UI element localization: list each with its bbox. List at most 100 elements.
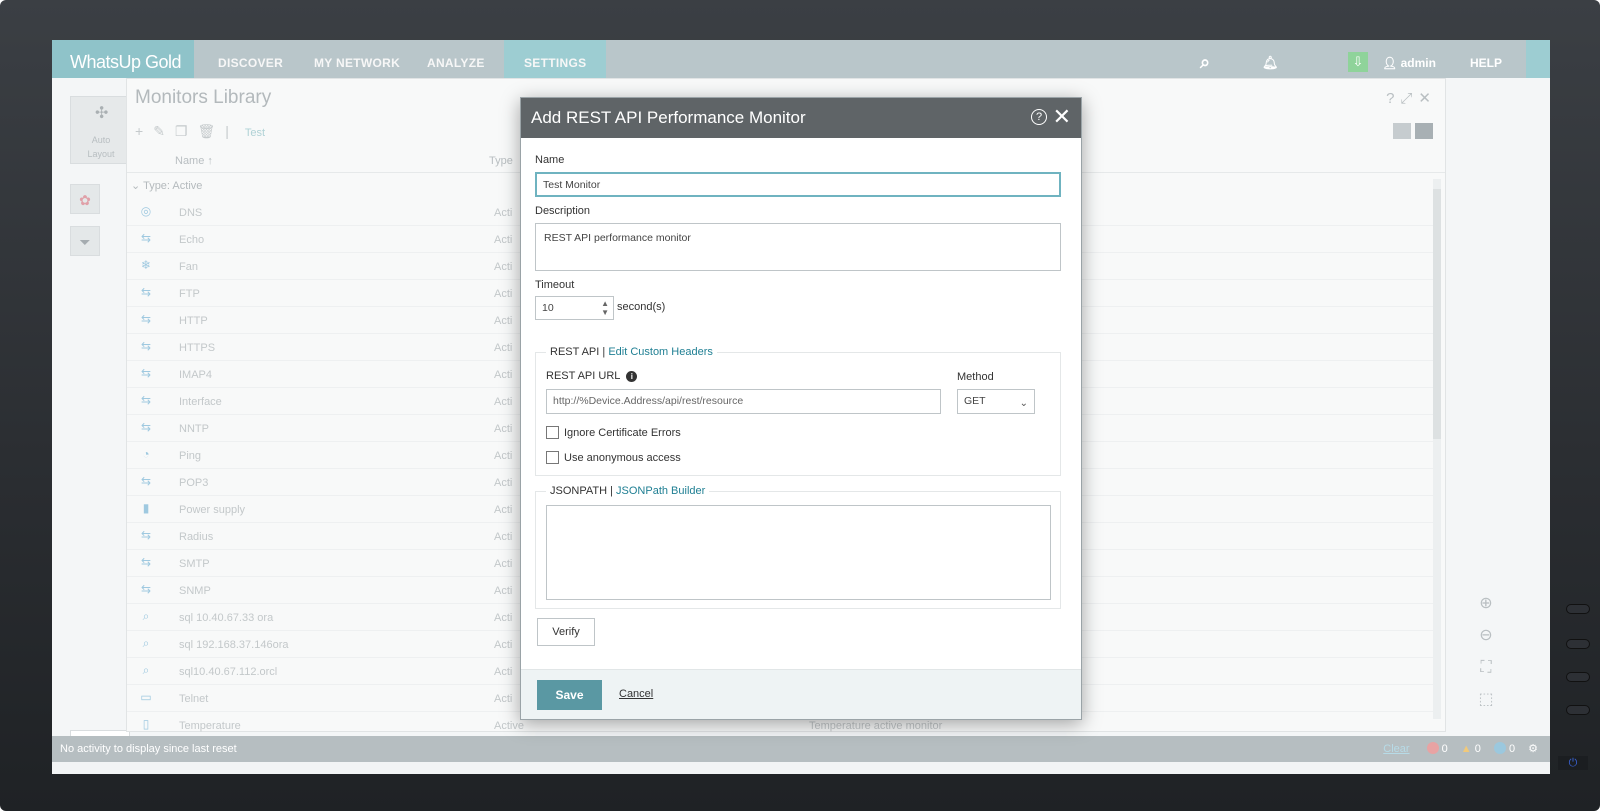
monitor-name: Interface (179, 396, 222, 408)
jsonpath-textarea[interactable] (546, 505, 1051, 600)
settings-gear-icon[interactable]: ⚙ (1528, 743, 1538, 755)
monitor-type: Acti (494, 369, 513, 381)
list-view-icon[interactable] (1415, 123, 1433, 139)
expand-icon[interactable]: ⤢ (1400, 90, 1418, 107)
monitor-type: Acti (494, 504, 513, 516)
layout-icon: ✣ (95, 105, 109, 122)
clear-link[interactable]: Clear (1383, 743, 1409, 755)
rest-api-url-input[interactable]: http://%Device.Address/api/rest/resource (546, 389, 941, 414)
monitor-name: SNMP (179, 585, 211, 597)
monitor-name: SMTP (179, 558, 210, 570)
spinner-icon[interactable]: ▲ ▼ (601, 299, 609, 317)
info-icon[interactable]: i (626, 371, 638, 382)
monitor-type-icon: ⇆ (140, 582, 152, 596)
help-icon[interactable]: ? (1031, 109, 1047, 125)
description-input[interactable]: REST API performance monitor (535, 223, 1061, 271)
save-button[interactable]: Save (537, 680, 602, 710)
add-icon[interactable]: + (135, 123, 153, 139)
jsonpath-section: JSONPATH | JSONPath Builder (535, 485, 1061, 609)
monitor-type: Acti (494, 477, 513, 489)
download-icon[interactable]: ⇩ (1348, 52, 1368, 72)
auto-layout-label: Layout (87, 149, 115, 159)
user-menu[interactable]: 👤︎ admin (1382, 40, 1436, 78)
dialog-body: Name Test Monitor Description REST API p… (521, 138, 1081, 662)
top-nav: WhatsUp Gold DISCOVER MY NETWORK ANALYZE… (52, 40, 1550, 98)
monitor-type: Acti (494, 450, 513, 462)
error-count[interactable]: 0 (1426, 742, 1448, 755)
group-header[interactable]: ⌄ Type: Active (131, 179, 202, 192)
col-type-header[interactable]: Type (489, 155, 513, 167)
monitor-name: Power supply (179, 504, 246, 516)
hardware-button (1566, 672, 1590, 682)
power-icon: ⏻ (1558, 756, 1588, 770)
bell-icon[interactable]: 🔔︎ (1262, 40, 1279, 78)
nav-discover[interactable]: DISCOVER (218, 40, 283, 78)
fit-screen-icon[interactable]: ⛶ (1472, 654, 1500, 682)
warning-count[interactable]: ▲ 0 (1461, 743, 1481, 755)
close-icon[interactable]: ✕ (1053, 104, 1071, 130)
edit-custom-headers-link[interactable]: Edit Custom Headers (608, 346, 713, 358)
hardware-button (1566, 705, 1590, 715)
hardware-button (1566, 639, 1590, 649)
method-value: GET (964, 395, 986, 407)
nav-analyze[interactable]: ANALYZE (427, 40, 485, 78)
monitor-name: DNS (179, 207, 203, 219)
monitor-description: Temperature active monitor (809, 720, 943, 732)
timeout-input[interactable]: 10 ▲ ▼ (535, 296, 614, 320)
help-link[interactable]: HELP (1470, 40, 1502, 78)
select-area-icon[interactable]: ⬚ (1472, 686, 1500, 714)
monitor-type-icon: ⌕ (142, 609, 150, 623)
monitor-type: Acti (494, 585, 513, 597)
ignore-cert-errors-checkbox[interactable]: Ignore Certificate Errors (546, 426, 681, 439)
palette-icon[interactable]: ✿ (70, 184, 100, 214)
delete-icon[interactable]: 🗑︎ (197, 123, 225, 139)
monitor-name: sql10.40.67.112.orcl (179, 666, 278, 678)
hardware-button (1566, 604, 1590, 614)
library-title: Monitors Library (135, 87, 272, 108)
info-count[interactable]: 0 (1493, 742, 1515, 755)
copy-icon[interactable]: ❐ (175, 123, 198, 139)
grid-view-icon[interactable] (1393, 123, 1411, 139)
library-toolbar: +✎❐🗑︎| Test (135, 123, 265, 140)
monitor-name: IMAP4 (179, 369, 213, 381)
monitor-name: HTTPS (179, 342, 216, 354)
help-icon[interactable]: ? (1386, 90, 1400, 107)
monitor-type-icon: ❄ (140, 258, 152, 272)
method-label: Method (957, 371, 994, 383)
filter-icon[interactable]: ⏷ (70, 226, 100, 256)
monitor-type: Acti (494, 315, 513, 327)
monitor-type: Acti (494, 639, 513, 651)
zoom-in-icon[interactable]: ⊕ (1472, 590, 1500, 618)
close-icon[interactable]: ✕ (1418, 90, 1437, 107)
test-button[interactable]: Test (245, 127, 265, 139)
rest-api-url-label: REST API URL i (546, 370, 638, 382)
anonymous-access-checkbox[interactable]: Use anonymous access (546, 451, 681, 464)
monitor-name: Telnet (179, 693, 209, 705)
col-name-header[interactable]: Name ↑ (175, 155, 213, 167)
edit-icon[interactable]: ✎ (153, 123, 175, 139)
monitor-name: Ping (179, 450, 202, 462)
user-icon: 👤︎ (1382, 56, 1398, 70)
cancel-link[interactable]: Cancel (619, 688, 653, 700)
monitor-type-icon: ⇆ (140, 312, 152, 326)
monitor-type: Acti (494, 423, 513, 435)
library-scrollbar[interactable] (1433, 179, 1441, 719)
search-icon[interactable]: ⌕ (1200, 40, 1210, 78)
view-toggle (1389, 123, 1433, 144)
name-input[interactable]: Test Monitor (535, 172, 1061, 197)
monitor-name: sql 192.168.37.146ora (179, 639, 289, 651)
monitor-type: Active (494, 720, 524, 732)
auto-layout-button[interactable]: ✣ Auto Layout (70, 96, 132, 164)
method-select[interactable]: GET ⌄ (957, 389, 1035, 414)
verify-button[interactable]: Verify (537, 618, 595, 646)
monitor-type: Acti (494, 693, 513, 705)
nav-my-network[interactable]: MY NETWORK (314, 40, 400, 78)
monitor-type-icon: ◔ (142, 447, 150, 461)
zoom-out-icon[interactable]: ⊖ (1472, 622, 1500, 650)
monitor-type-icon: ⇆ (140, 528, 152, 542)
monitor-type: Acti (494, 612, 513, 624)
monitor-type: Acti (494, 234, 513, 246)
status-message: No activity to display since last reset (60, 743, 237, 755)
jsonpath-builder-link[interactable]: JSONPath Builder (616, 485, 705, 497)
nav-settings[interactable]: SETTINGS (504, 40, 607, 78)
